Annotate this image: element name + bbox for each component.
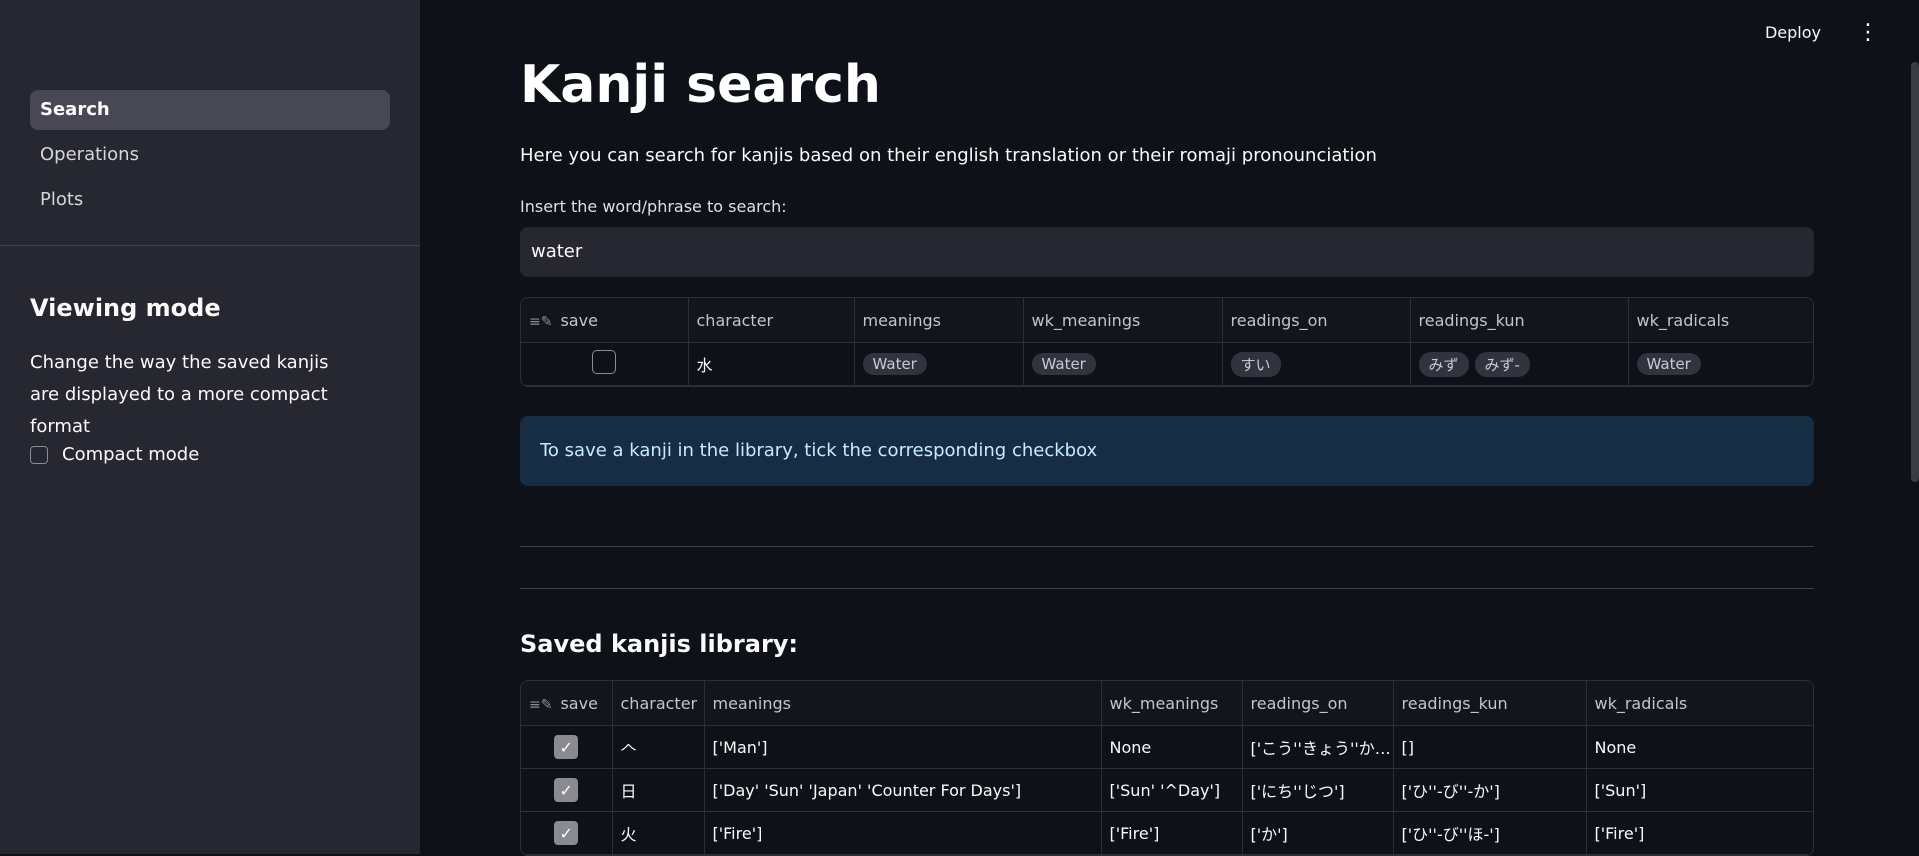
wk_radicals-cell: None	[1586, 725, 1813, 769]
column-header-label: meanings	[712, 693, 791, 713]
column-header-wk_meanings[interactable]: wk_meanings	[1101, 681, 1243, 726]
readings_kun-cell: ['ひ''-び''-か']	[1393, 768, 1587, 812]
top-bar: Deploy ⋮	[1765, 20, 1879, 45]
viewing-mode-title: Viewing mode	[30, 294, 221, 322]
column-header-label: readings_on	[1250, 693, 1348, 713]
wk_radicals-cell: ['Fire']	[1586, 811, 1813, 855]
column-header-save[interactable]: ≡✎ save	[521, 681, 613, 726]
character-cell: 火	[612, 811, 705, 855]
tag-pill: Water	[1031, 353, 1096, 375]
table-row: ✓ 𠆢 ['Man'] None ['こう''きょう''か…[] None	[521, 725, 1813, 769]
search-results-table[interactable]: ≡✎ save character meanings wk_meanings readin…	[520, 297, 1814, 387]
save-checkbox[interactable]	[592, 350, 617, 374]
edit-column-icon: ≡✎	[529, 313, 553, 330]
column-header-label: meanings	[862, 310, 941, 330]
column-header-readings_kun[interactable]: readings_kun	[1393, 681, 1587, 726]
meanings-cell: Water	[854, 342, 1024, 386]
info-alert: To save a kanji in the library, tick the…	[520, 416, 1814, 486]
save-checkbox-checked[interactable]: ✓	[554, 735, 579, 759]
column-header-label: character	[696, 310, 774, 330]
tag-pill: みず-	[1474, 351, 1530, 377]
column-header-label: readings_kun	[1401, 693, 1508, 713]
column-header-label: wk_radicals	[1594, 693, 1688, 713]
table-row: 水 Water Water すい みず みず- Water	[521, 342, 1813, 386]
meanings-cell: ['Day' 'Sun' 'Japan' 'Counter For Days']	[704, 768, 1102, 812]
viewing-mode-description: Change the way the saved kanjis are disp…	[30, 352, 329, 437]
readings_on-cell: ['にち''じつ']	[1242, 768, 1394, 812]
wk_meanings-cell: None	[1101, 725, 1243, 769]
library-title: Saved kanjis library:	[520, 630, 799, 658]
column-header-save[interactable]: ≡✎ save	[521, 298, 689, 343]
column-header-wk_radicals[interactable]: wk_radicals	[1586, 681, 1813, 726]
table-row: ✓ 火 ['Fire'] ['Fire'] ['か'] ['ひ''-び''ほ-'] ['Fi…	[521, 811, 1813, 855]
nav-item-operations[interactable]: Operations	[30, 135, 390, 175]
save-cell[interactable]: ✓	[521, 768, 613, 812]
nav-item-search[interactable]: Search	[30, 90, 390, 130]
readings_on-cell: ['か']	[1242, 811, 1394, 855]
character-cell: 日	[612, 768, 705, 812]
save-cell[interactable]: ✓	[521, 811, 613, 855]
readings_kun-cell: みず みず-	[1410, 342, 1629, 386]
column-header-label: save	[560, 310, 598, 330]
column-header-readings_on[interactable]: readings_on	[1222, 298, 1411, 343]
readings_kun-cell: ['ひ''-び''ほ-']	[1393, 811, 1587, 855]
sidebar-divider	[0, 245, 420, 246]
column-header-character[interactable]: character	[688, 298, 855, 343]
compact-mode-label: Compact mode	[62, 444, 200, 465]
save-checkbox-checked[interactable]: ✓	[554, 778, 579, 802]
save-cell[interactable]: ✓	[521, 725, 613, 769]
save-cell[interactable]	[521, 342, 689, 386]
column-header-meanings[interactable]: meanings	[854, 298, 1024, 343]
tag-pill: すい	[1230, 351, 1281, 377]
edit-column-icon: ≡✎	[529, 696, 553, 713]
divider-1	[520, 546, 1814, 547]
save-checkbox-checked[interactable]: ✓	[554, 821, 579, 845]
tag-pill: Water	[862, 353, 927, 375]
meanings-cell: ['Man']	[704, 725, 1102, 769]
column-header-wk_radicals[interactable]: wk_radicals	[1628, 298, 1813, 343]
tag-pill: みず	[1418, 351, 1469, 377]
search-input-label: Insert the word/phrase to search:	[520, 197, 787, 216]
divider-2	[520, 588, 1814, 589]
nav-item-plots[interactable]: Plots	[30, 180, 390, 220]
column-header-label: save	[560, 693, 598, 713]
search-input[interactable]: water	[520, 227, 1814, 277]
meanings-cell: ['Fire']	[704, 811, 1102, 855]
column-header-label: wk_meanings	[1109, 693, 1219, 713]
compact-mode-toggle[interactable]: Compact mode	[30, 444, 199, 465]
compact-mode-checkbox[interactable]	[30, 445, 48, 464]
wk_meanings-cell: ['Fire']	[1101, 811, 1243, 855]
table-row: ✓ 日 ['Day' 'Sun' 'Japan' 'Counter For Days…	[521, 768, 1813, 812]
column-header-label: character	[620, 693, 698, 713]
readings_kun-cell: []	[1393, 725, 1587, 769]
library-table[interactable]: ≡✎ save character meanings wk_meanings readin…	[520, 680, 1814, 856]
column-header-label: wk_radicals	[1636, 310, 1730, 330]
column-header-label: readings_kun	[1418, 310, 1525, 330]
character-cell: 水	[688, 342, 855, 386]
page-title: Kanji search	[520, 55, 881, 115]
character-cell: 𠆢	[612, 725, 705, 769]
page-subtitle: Here you can search for kanjis based on …	[520, 145, 1377, 166]
scrollbar[interactable]	[1911, 62, 1919, 482]
tag-pill: Water	[1636, 353, 1701, 375]
column-header-label: wk_meanings	[1031, 310, 1141, 330]
column-header-readings_kun[interactable]: readings_kun	[1410, 298, 1629, 343]
column-header-label: readings_on	[1230, 310, 1328, 330]
wk_meanings-cell: Water	[1023, 342, 1223, 386]
wk_radicals-cell: Water	[1628, 342, 1813, 386]
sidebar-nav: Search Operations Plots	[30, 90, 390, 225]
readings_on-cell: ['こう''きょう''か…	[1242, 725, 1394, 769]
column-header-wk_meanings[interactable]: wk_meanings	[1023, 298, 1223, 343]
deploy-button[interactable]: Deploy	[1765, 23, 1821, 42]
column-header-readings_on[interactable]: readings_on	[1242, 681, 1394, 726]
wk_radicals-cell: ['Sun']	[1586, 768, 1813, 812]
column-header-character[interactable]: character	[612, 681, 705, 726]
more-options-icon[interactable]: ⋮	[1857, 20, 1879, 45]
readings_on-cell: すい	[1222, 342, 1411, 386]
wk_meanings-cell: ['Sun' '^Day']	[1101, 768, 1243, 812]
sidebar: Search Operations Plots Viewing mode Cha…	[0, 0, 420, 854]
column-header-meanings[interactable]: meanings	[704, 681, 1102, 726]
